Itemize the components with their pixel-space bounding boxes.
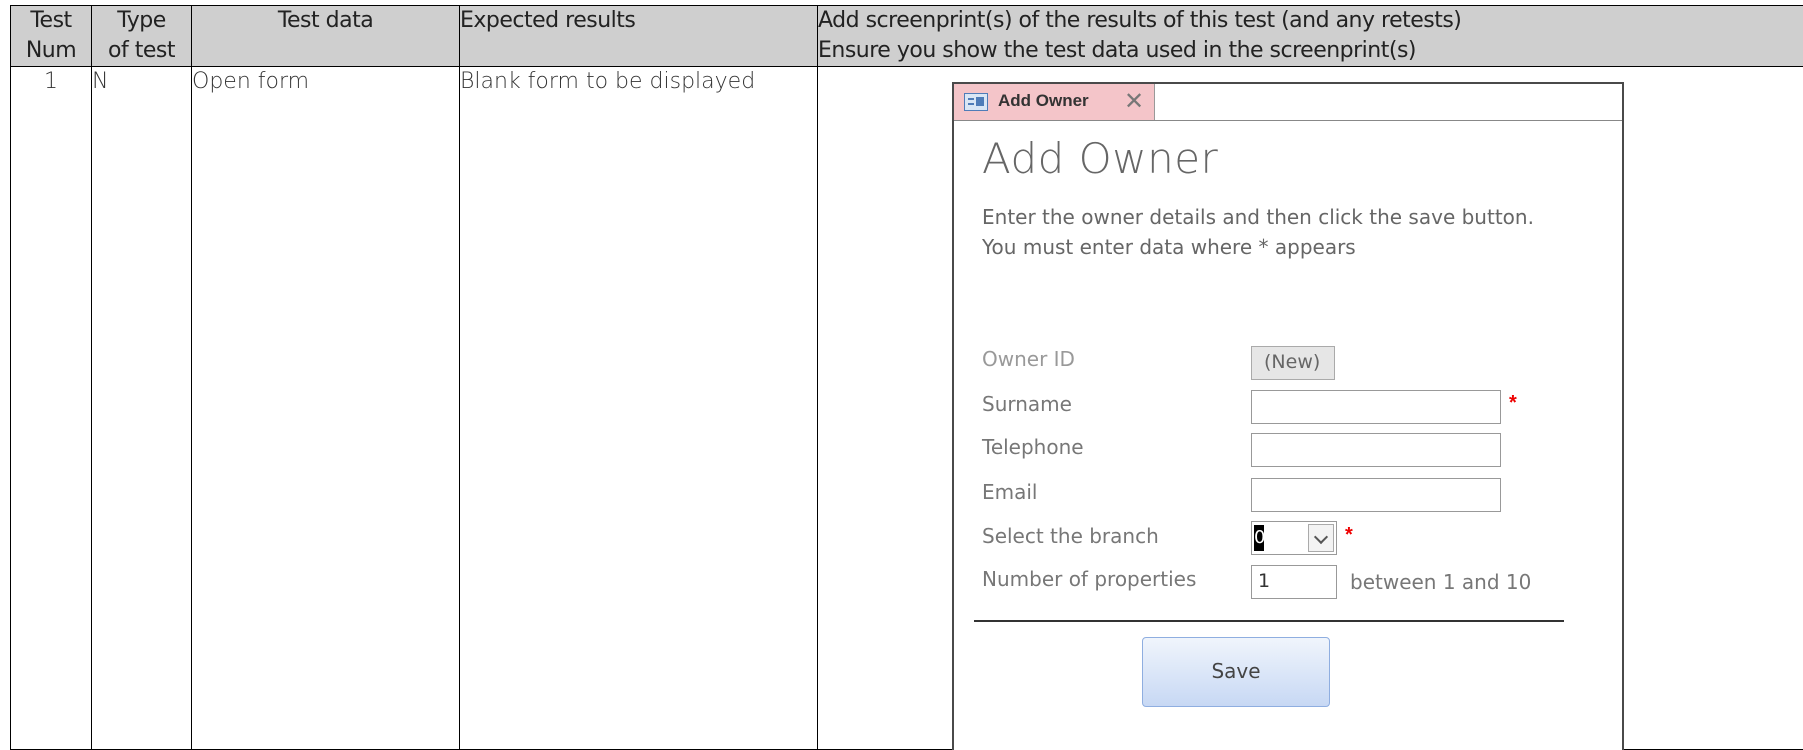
email-label: Email [982, 480, 1038, 504]
header-screenprint-line2: Ensure you show the test data used in th… [818, 36, 1803, 66]
save-button[interactable]: Save [1142, 637, 1330, 707]
header-type-line2: of test [92, 36, 191, 66]
header-screenprint: Add screenprint(s) of the results of thi… [818, 6, 1803, 67]
chevron-down-icon[interactable] [1308, 524, 1334, 552]
cell-expected-results: Blank form to be displayed [460, 67, 818, 750]
tab-label: Add Owner [998, 91, 1089, 111]
header-type-line1: Type [92, 6, 191, 36]
form-icon [964, 93, 988, 111]
tab-add-owner[interactable]: Add Owner ✕ [954, 84, 1155, 120]
header-type: Type of test [92, 6, 192, 67]
cell-test-data: Open form [192, 67, 460, 750]
header-test-num-line1: Test [11, 6, 91, 36]
telephone-label: Telephone [982, 435, 1084, 459]
surname-required-marker: * [1509, 392, 1517, 415]
cell-type: N [92, 67, 192, 750]
surname-label: Surname [982, 392, 1072, 416]
email-input[interactable] [1251, 478, 1501, 512]
branch-label: Select the branch [982, 524, 1159, 548]
telephone-input[interactable] [1251, 433, 1501, 467]
instruction-line-1: Enter the owner details and then click t… [982, 202, 1534, 232]
form-instructions: Enter the owner details and then click t… [982, 202, 1534, 262]
header-screenprint-line1: Add screenprint(s) of the results of thi… [818, 6, 1803, 36]
surname-input[interactable] [1251, 390, 1501, 424]
form-divider [974, 620, 1564, 622]
properties-input[interactable]: 1 [1251, 565, 1337, 599]
owner-id-label: Owner ID [982, 347, 1075, 371]
add-owner-form-screenshot: Add Owner ✕ Add Owner Enter the owner de… [952, 82, 1624, 750]
branch-required-marker: * [1345, 524, 1353, 547]
header-expected-results: Expected results [460, 6, 818, 67]
properties-label: Number of properties [982, 567, 1196, 591]
instruction-line-2: You must enter data where * appears [982, 232, 1534, 262]
header-test-data: Test data [192, 6, 460, 67]
header-test-num-line2: Num [11, 36, 91, 66]
document-tab-bar: Add Owner ✕ [954, 84, 1622, 121]
close-icon[interactable]: ✕ [1124, 87, 1144, 115]
branch-select[interactable]: 0 [1251, 521, 1337, 555]
owner-id-field: (New) [1251, 346, 1335, 380]
header-row: Test Num Type of test Test data Expected… [11, 6, 1803, 67]
properties-hint: between 1 and 10 [1350, 570, 1531, 594]
branch-select-value: 0 [1254, 525, 1264, 551]
header-test-num: Test Num [11, 6, 92, 67]
cell-test-num: 1 [11, 67, 92, 750]
form-title: Add Owner [982, 134, 1218, 183]
